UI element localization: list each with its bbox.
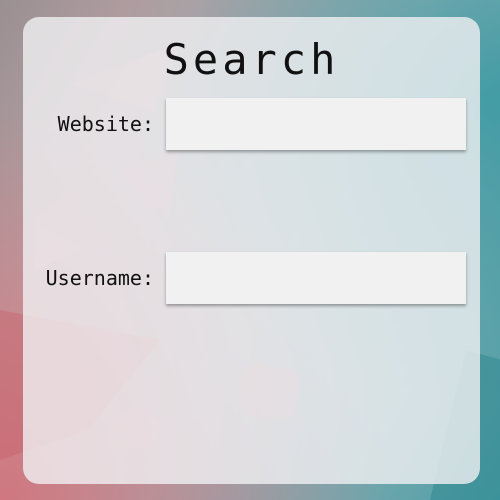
- username-label: Username:: [45, 266, 154, 290]
- website-input[interactable]: [166, 98, 466, 150]
- website-row: Website:: [23, 98, 480, 150]
- username-row: Username:: [23, 252, 480, 304]
- form-title: Search: [163, 35, 340, 84]
- website-label: Website:: [57, 112, 154, 136]
- username-input[interactable]: [166, 252, 466, 304]
- search-form-card: Search Website: Username:: [23, 17, 480, 484]
